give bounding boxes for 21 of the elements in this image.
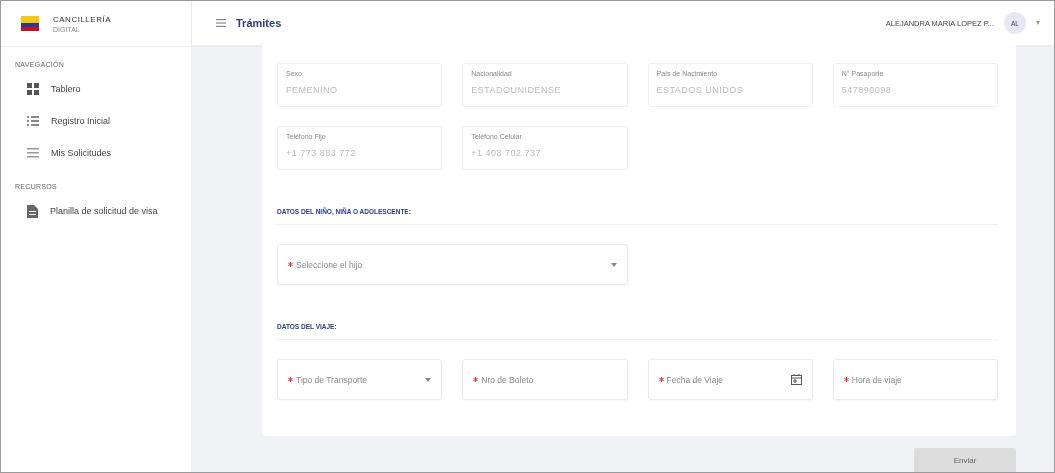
list-icon <box>27 115 39 127</box>
flag-logo-icon <box>19 13 41 34</box>
page-title: Trámites <box>236 17 283 29</box>
date-field[interactable]: Fecha de Viaje <box>647 359 813 400</box>
brand-name: CANCILLERÍA <box>53 14 111 24</box>
sidebar-item[interactable]: Registro Inicial <box>1 105 191 137</box>
grid-icon <box>27 83 39 95</box>
input-field[interactable]: Nro de Boleto <box>462 359 628 400</box>
select-field[interactable]: Seleccione el hijo <box>277 244 628 285</box>
document-icon <box>27 204 38 218</box>
menu-icon[interactable] <box>216 19 226 27</box>
sidebar-item[interactable]: Mis Solicitudes <box>1 137 191 169</box>
sidebar-item[interactable]: Planilla de solicitud de visa <box>1 195 191 227</box>
caret-icon <box>425 377 432 382</box>
caret-icon[interactable] <box>1036 21 1040 25</box>
select-field[interactable]: Tipo de Transporte <box>277 359 443 400</box>
calendar-icon <box>790 374 802 385</box>
sidebar-item[interactable]: Tablero <box>1 73 191 105</box>
caret-icon <box>610 262 617 267</box>
list-icon <box>27 147 39 159</box>
input-field[interactable]: Hora de viaje <box>832 359 998 400</box>
